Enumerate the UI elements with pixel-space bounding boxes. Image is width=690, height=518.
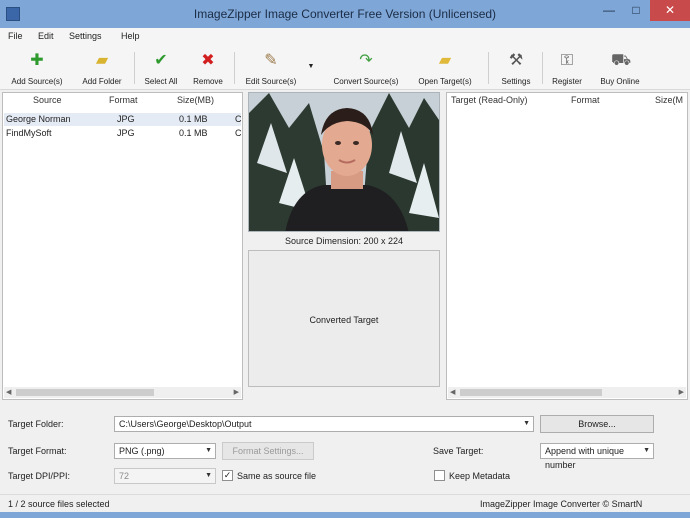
tools-icon: ⚒	[508, 52, 524, 69]
person-photo-illustration	[249, 93, 439, 231]
toolbar-separator	[488, 52, 489, 84]
status-bar: 1 / 2 source files selected ImageZipper …	[0, 494, 690, 512]
toolbar-separator	[134, 52, 135, 84]
chevron-down-icon: ▼	[205, 472, 212, 479]
add-folder-icon: ▰	[95, 52, 109, 69]
lock-icon: ⚿	[560, 52, 574, 69]
table-row[interactable]: George Norman JPG 0.1 MB C	[4, 113, 242, 126]
menu-file[interactable]: File	[8, 31, 23, 41]
scroll-right-icon[interactable]: ▶	[679, 387, 684, 398]
menu-help[interactable]: Help	[121, 31, 140, 41]
target-dpi-label: Target DPI/PPI:	[8, 471, 71, 481]
remove-x-icon: ✖	[201, 52, 215, 69]
copyright-status: ImageZipper Image Converter © SmartN	[480, 499, 643, 509]
column-header-format[interactable]: Format	[571, 93, 600, 107]
target-format-select[interactable]: PNG (.png) ▼	[114, 443, 216, 459]
open-target-button[interactable]: ▰ Open Target(s)	[414, 48, 476, 88]
cart-icon: ⛟	[611, 52, 632, 69]
window-title: ImageZipper Image Converter Free Version…	[193, 7, 497, 21]
horizontal-scrollbar[interactable]: ◀ ▶	[448, 387, 686, 398]
window-bottom-border	[0, 512, 690, 518]
toolbar: ✚ Add Source(s) ▰ Add Folder ✔ Select Al…	[0, 46, 690, 90]
target-folder-label: Target Folder:	[8, 419, 64, 429]
edit-image-icon: ✎	[264, 52, 278, 69]
scroll-left-icon[interactable]: ◀	[6, 387, 11, 398]
same-as-source-checkbox[interactable]: ✓	[222, 470, 233, 481]
table-row[interactable]: FindMySoft JPG 0.1 MB C	[4, 127, 242, 140]
horizontal-scrollbar[interactable]: ◀ ▶	[4, 387, 241, 398]
target-folder-input[interactable]: C:\Users\George\Desktop\Output ▼	[114, 416, 534, 432]
settings-button[interactable]: ⚒ Settings	[494, 48, 538, 88]
column-header-size[interactable]: Size(M	[655, 93, 683, 107]
target-dpi-select[interactable]: 72 ▼	[114, 468, 216, 484]
column-header-format[interactable]: Format	[109, 93, 138, 107]
save-target-label: Save Target:	[433, 446, 484, 456]
chevron-down-icon: ▼	[307, 63, 315, 70]
keep-metadata-checkbox[interactable]	[434, 470, 445, 481]
add-folder-button[interactable]: ▰ Add Folder	[74, 48, 130, 88]
source-preview-image	[248, 92, 440, 232]
same-as-source-label: Same as source file	[237, 471, 317, 481]
scrollbar-thumb[interactable]	[460, 389, 602, 396]
add-file-icon: ✚	[30, 52, 44, 69]
chevron-down-icon: ▼	[643, 447, 650, 454]
target-format-label: Target Format:	[8, 446, 67, 456]
chevron-down-icon: ▼	[205, 447, 212, 454]
maximize-button[interactable]: □	[623, 0, 649, 21]
save-target-select[interactable]: Append with unique number ▼	[540, 443, 654, 470]
format-settings-button[interactable]: Format Settings...	[222, 442, 314, 460]
source-dimension-caption: Source Dimension: 200 x 224	[284, 236, 404, 246]
converted-target-preview: Converted Target	[248, 250, 440, 387]
register-button[interactable]: ⚿ Register	[546, 48, 588, 88]
edit-sources-dropdown[interactable]: ▼	[305, 48, 317, 88]
scroll-left-icon[interactable]: ◀	[450, 387, 455, 398]
column-header-size[interactable]: Size(MB)	[177, 93, 214, 107]
target-list-panel[interactable]: Target (Read-Only) Format Size(M ◀ ▶	[446, 92, 688, 400]
checkmark-icon: ✔	[154, 52, 168, 69]
convert-sources-button[interactable]: ↷ Convert Source(s)	[324, 48, 408, 88]
remove-button[interactable]: ✖ Remove	[186, 48, 230, 88]
source-list-panel[interactable]: Source Format Size(MB) George Norman JPG…	[2, 92, 243, 400]
selection-status: 1 / 2 source files selected	[8, 499, 110, 509]
select-all-button[interactable]: ✔ Select All	[138, 48, 184, 88]
column-header-target[interactable]: Target (Read-Only)	[451, 93, 528, 107]
column-header-source[interactable]: Source	[33, 93, 62, 107]
menu-edit[interactable]: Edit	[38, 31, 54, 41]
toolbar-separator	[542, 52, 543, 84]
minimize-button[interactable]: —	[596, 0, 622, 21]
folder-open-icon: ▰	[438, 52, 452, 69]
chevron-down-icon[interactable]: ▼	[523, 417, 530, 431]
scroll-right-icon[interactable]: ▶	[234, 387, 239, 398]
title-bar: ImageZipper Image Converter Free Version…	[0, 0, 690, 28]
close-button[interactable]: ✕	[650, 0, 690, 21]
toolbar-separator	[234, 52, 235, 84]
scrollbar-thumb[interactable]	[16, 389, 154, 396]
convert-arrow-icon: ↷	[359, 52, 373, 69]
add-sources-button[interactable]: ✚ Add Source(s)	[4, 48, 70, 88]
keep-metadata-label: Keep Metadata	[449, 471, 511, 481]
buy-online-button[interactable]: ⛟ Buy Online	[592, 48, 648, 88]
menu-bar: File Edit Settings Help	[0, 28, 690, 46]
browse-button[interactable]: Browse...	[540, 415, 654, 433]
converted-target-label: Converted Target	[309, 315, 379, 325]
edit-sources-button[interactable]: ✎ Edit Source(s)	[238, 48, 304, 88]
menu-settings[interactable]: Settings	[69, 31, 102, 41]
